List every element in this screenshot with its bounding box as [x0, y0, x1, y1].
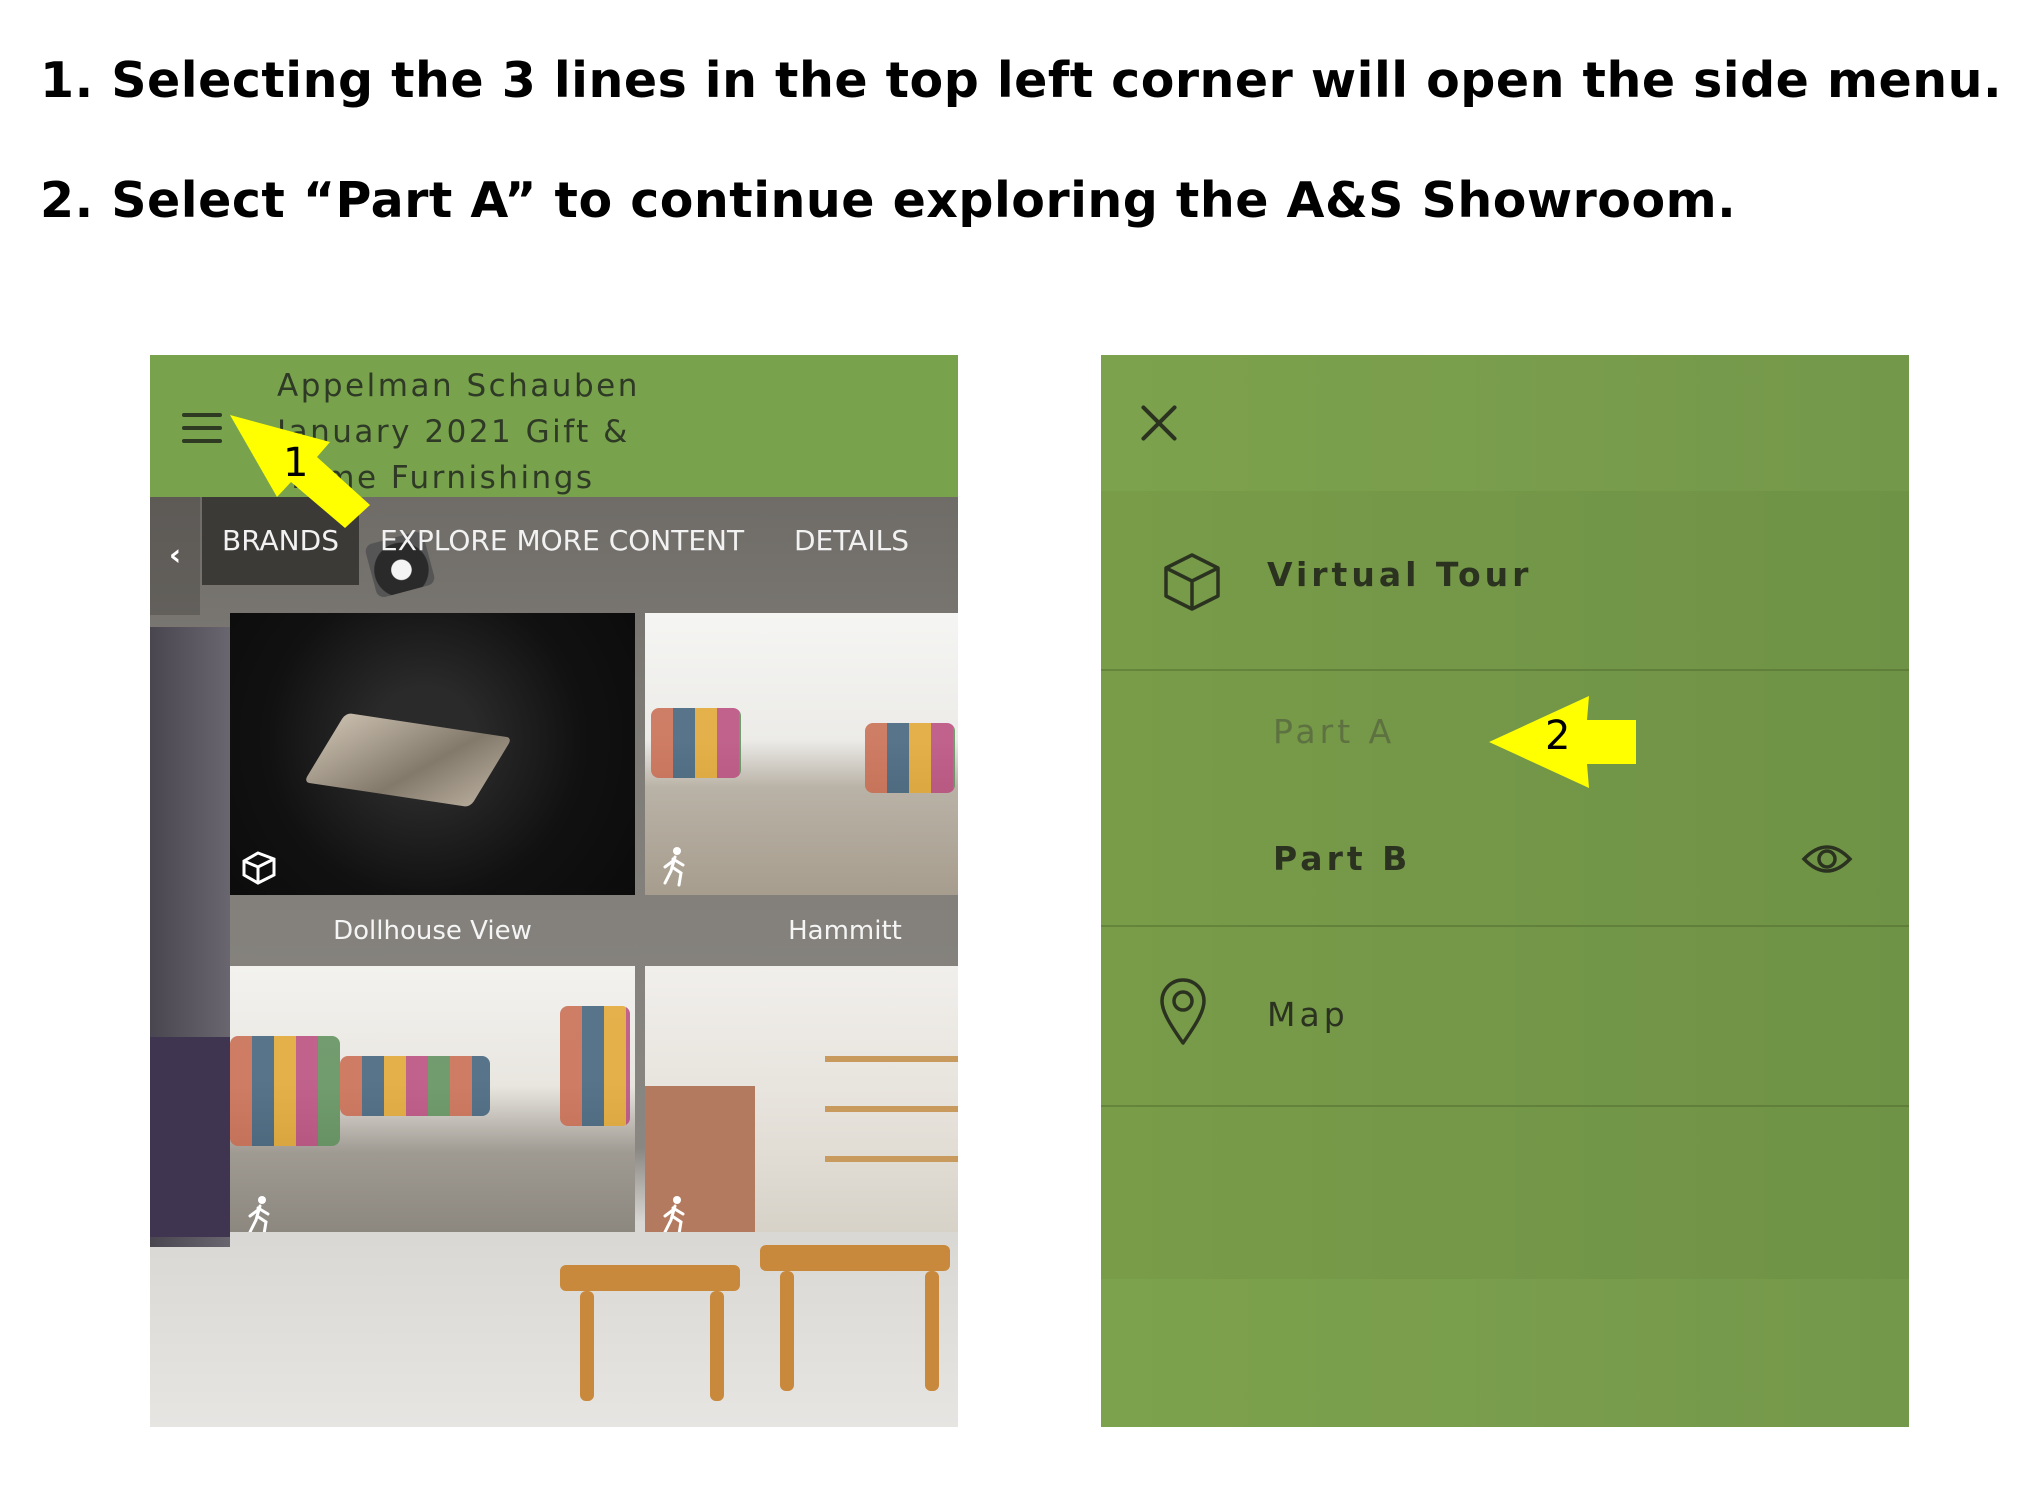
stool-seat [560, 1265, 740, 1291]
menu-item-virtual-tour[interactable]: Virtual Tour [1101, 553, 1909, 615]
tab-explore-more-content[interactable]: EXPLORE MORE CONTENT [380, 497, 744, 585]
annotation-number-2: 2 [1545, 713, 1571, 759]
instruction-step-1: 1. Selecting the 3 lines in the top left… [40, 52, 2003, 109]
shelf [825, 1056, 958, 1062]
walk-icon [663, 847, 685, 887]
annotation-number-1: 1 [283, 440, 309, 486]
stool-leg [580, 1291, 594, 1401]
eye-icon [1801, 845, 1853, 873]
chevron-left-icon[interactable]: ‹ [150, 497, 200, 615]
menu-label-virtual-tour: Virtual Tour [1267, 555, 1533, 594]
divider [1101, 1105, 1909, 1107]
side-menu-screen: Virtual Tour Part A Part B Map [1101, 355, 1909, 1427]
menu-label-map: Map [1267, 995, 1349, 1034]
walk-icon [248, 1196, 270, 1232]
shelf [825, 1156, 958, 1162]
dollhouse-icon [242, 851, 276, 885]
tab-details[interactable]: DETAILS [794, 497, 909, 585]
bag-display [230, 1036, 340, 1146]
close-icon[interactable] [1137, 401, 1181, 445]
stool-leg [710, 1291, 724, 1401]
instruction-step-2: 2. Select “Part A” to continue exploring… [40, 172, 1737, 229]
bag-display [340, 1056, 490, 1116]
thumbnail-hammitt[interactable] [645, 613, 958, 895]
cube-icon [1164, 553, 1220, 611]
menu-item-part-b[interactable]: Part B [1101, 839, 1909, 889]
stool-leg [780, 1271, 794, 1391]
menu-label-part-b: Part B [1273, 839, 1412, 878]
stool-leg [925, 1271, 939, 1391]
divider [1101, 669, 1909, 671]
bag-display [560, 1006, 630, 1126]
menu-label-part-a: Part A [1273, 712, 1396, 751]
thumbnail-showroom-bags[interactable] [230, 966, 635, 1232]
divider [1101, 925, 1909, 927]
hamburger-menu-icon[interactable] [182, 413, 222, 445]
thumbnail-showroom-candles[interactable] [645, 966, 958, 1232]
thumbnail-dollhouse-view[interactable] [230, 613, 635, 895]
map-pin-icon [1160, 978, 1206, 1045]
scene-panel [150, 1037, 230, 1237]
shelf [825, 1106, 958, 1112]
stool-seat [760, 1245, 950, 1271]
menu-item-map[interactable]: Map [1101, 978, 1909, 1057]
thumbnail-label-dollhouse: Dollhouse View [333, 916, 532, 946]
stools-furniture [540, 1225, 958, 1415]
dollhouse-model-image [303, 712, 513, 808]
bag-display [865, 723, 955, 793]
walk-icon [663, 1196, 685, 1232]
tour-title-line-1: Appelman Schauben [277, 368, 640, 404]
bag-display [651, 708, 741, 778]
thumbnail-label-hammitt: Hammitt [788, 916, 902, 946]
